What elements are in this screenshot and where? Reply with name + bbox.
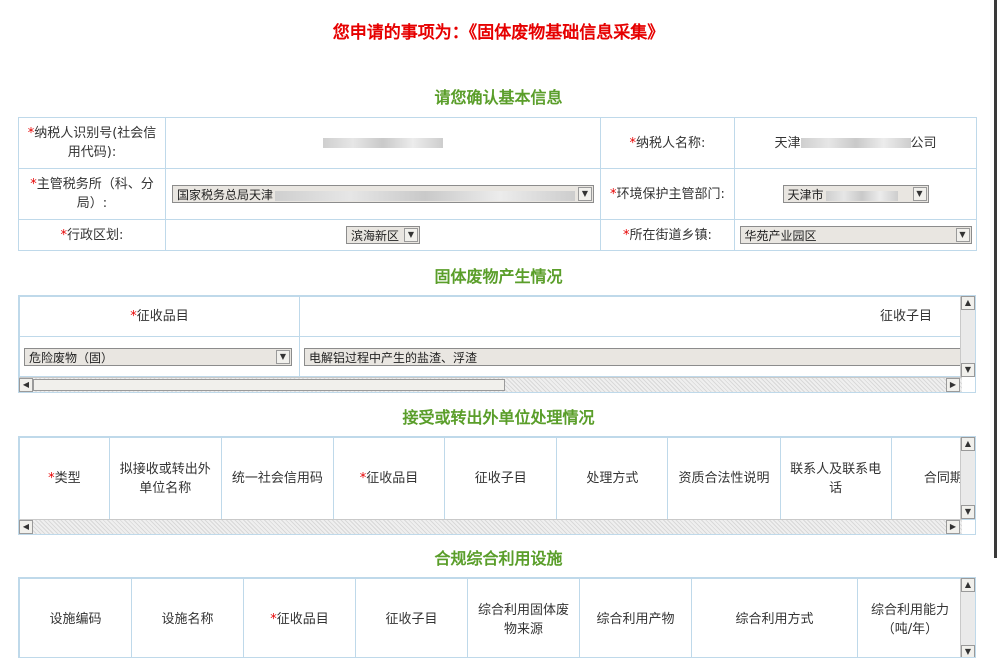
scroll-up-icon[interactable]: ▲: [961, 578, 975, 592]
scroll-left-icon[interactable]: ◀: [19, 378, 33, 392]
transfer-header-credit-code: 统一社会信用码: [220, 437, 335, 520]
chevron-down-icon: ▼: [912, 187, 927, 201]
facilities-header-code: 设施编码: [19, 578, 132, 657]
scroll-down-icon[interactable]: ▼: [961, 363, 975, 377]
scroll-right-icon[interactable]: ▶: [946, 520, 960, 534]
street-select[interactable]: 华苑产业园区 ▼: [739, 226, 972, 244]
chevron-down-icon: ▼: [404, 228, 418, 242]
production-vscroll[interactable]: ▲ ▼: [960, 296, 975, 377]
facilities-header-subitem: 征收子目: [355, 578, 468, 657]
section-title-transfer: 接受或转出外单位处理情况: [402, 408, 595, 427]
scroll-down-icon[interactable]: ▼: [961, 645, 975, 657]
production-subitem-select[interactable]: 电解铝过程中产生的盐渣、浮渣: [304, 347, 964, 366]
taxpayer-name-label: *纳税人名称:: [600, 117, 735, 169]
transfer-vscroll[interactable]: ▲ ▼: [960, 437, 975, 519]
transfer-header-subitem: 征收子目: [444, 437, 558, 520]
transfer-grid: *类型 拟接收或转出外单位名称 统一社会信用码 *征收品目 征收子目 处理方式 …: [18, 436, 976, 535]
scroll-up-icon[interactable]: ▲: [961, 437, 975, 451]
transfer-table: *类型 拟接收或转出外单位名称 统一社会信用码 *征收品目 征收子目 处理方式 …: [19, 437, 975, 520]
section-title-facilities: 合规综合利用设施: [434, 549, 563, 568]
transfer-header-type: *类型: [19, 437, 110, 520]
district-select[interactable]: 滨海新区 ▼: [346, 226, 420, 244]
facilities-grid: 设施编码 设施名称 *征收品目 征收子目 综合利用固体废物来源 综合利用产物 综…: [18, 577, 976, 658]
facilities-table: 设施编码 设施名称 *征收品目 征收子目 综合利用固体废物来源 综合利用产物 综…: [19, 578, 963, 657]
transfer-header-item: *征收品目: [332, 437, 446, 520]
taxpayer-id-label: *纳税人识别号(社会信用代码):: [18, 117, 166, 169]
section-title-production: 固体废物产生情况: [434, 267, 563, 286]
taxpayer-name-value: 天津 公司: [734, 117, 977, 169]
page-title: 您申请的事项为：《固体废物基础信息采集》: [332, 23, 665, 43]
facilities-header-product: 综合利用产物: [579, 578, 692, 657]
production-header-item: *征收品目: [19, 296, 300, 337]
production-table: *征收品目 征收子目 危险废物（固） ▼ 电解铝过程中产生的盐渣、浮渣: [19, 296, 964, 377]
facilities-header-name: 设施名称: [131, 578, 244, 657]
production-header-subitem: 征收子目: [299, 296, 963, 337]
env-dept-select[interactable]: 天津市 ▼: [782, 185, 929, 203]
section-title-basic: 请您确认基本信息: [434, 88, 563, 107]
tax-office-select[interactable]: 国家税务总局天津 ▼: [172, 185, 594, 203]
transfer-hscroll[interactable]: ◀ ▶: [19, 519, 962, 534]
transfer-header-unit-name: 拟接收或转出外单位名称: [108, 437, 222, 520]
transfer-header-contact: 联系人及联系电话: [779, 437, 892, 520]
transfer-header-qualification: 资质合法性说明: [667, 437, 781, 520]
facilities-header-capacity: 综合利用能力（吨/年）: [857, 578, 963, 657]
chevron-down-icon: ▼: [955, 228, 970, 242]
facilities-header-item: *征收品目: [243, 578, 356, 657]
tax-office-label: *主管税务所（科、分局）:: [18, 168, 166, 220]
production-grid: *征收品目 征收子目 危险废物（固） ▼ 电解铝过程中产生的盐渣、浮渣 ▲ ▼ ◀…: [18, 295, 976, 393]
env-dept-label: *环境保护主管部门:: [600, 168, 735, 220]
chevron-down-icon: ▼: [578, 187, 592, 201]
facilities-header-source: 综合利用固体废物来源: [467, 578, 580, 657]
taxpayer-id-value: [165, 117, 601, 169]
district-label: *行政区划:: [18, 219, 166, 251]
production-hscroll[interactable]: ◀ ▶: [19, 377, 962, 392]
production-item-select[interactable]: 危险废物（固） ▼: [24, 347, 292, 366]
transfer-header-method: 处理方式: [556, 437, 669, 520]
production-hscroll-thumb[interactable]: [33, 379, 505, 391]
scroll-down-icon[interactable]: ▼: [961, 505, 975, 519]
scroll-left-icon[interactable]: ◀: [19, 520, 33, 534]
facilities-vscroll[interactable]: ▲ ▼: [960, 578, 975, 657]
street-label: *所在街道乡镇:: [600, 219, 735, 251]
scroll-right-icon[interactable]: ▶: [946, 378, 960, 392]
scroll-up-icon[interactable]: ▲: [961, 296, 975, 310]
facilities-header-method: 综合利用方式: [691, 578, 858, 657]
basic-info-table: *纳税人识别号(社会信用代码): *纳税人名称: 天津 公司 *主管税务所（科、分…: [18, 117, 977, 251]
chevron-down-icon: ▼: [276, 349, 290, 364]
